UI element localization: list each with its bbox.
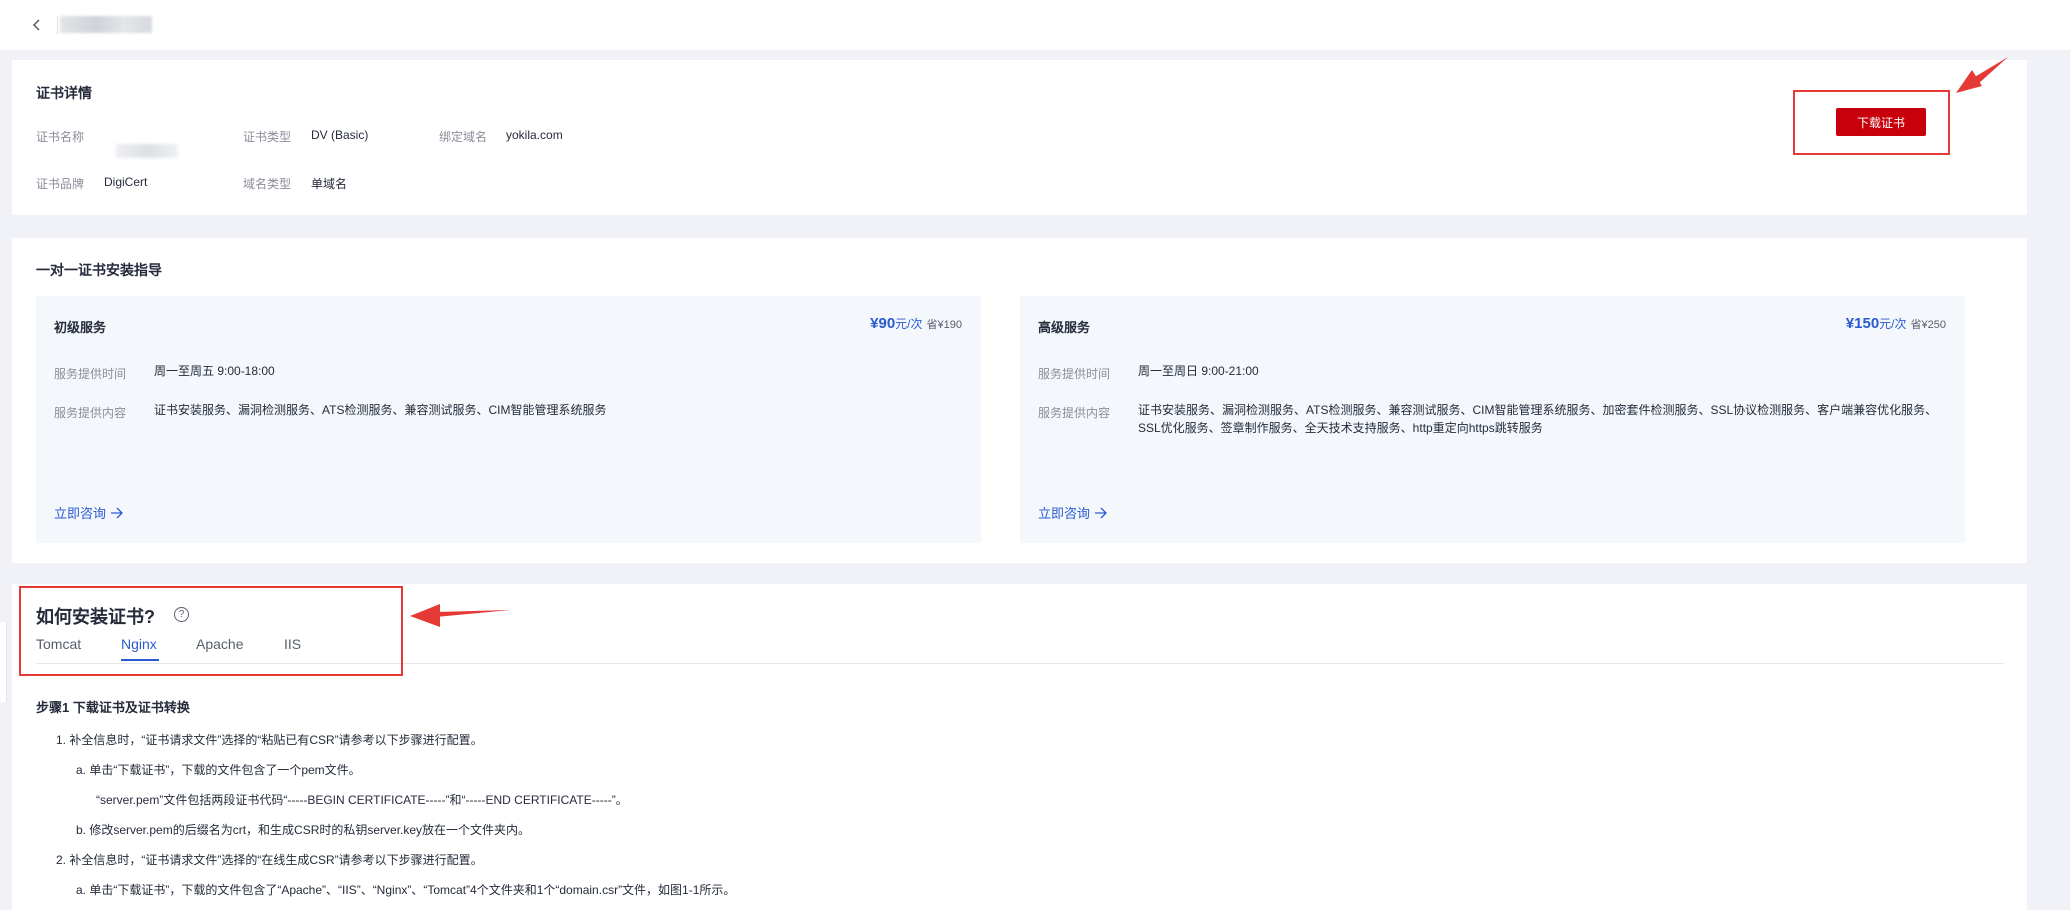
service-content-value: 证书安装服务、漏洞检测服务、ATS检测服务、兼容测试服务、CIM智能管理系统服务…: [1138, 403, 1938, 435]
service-price: ¥90 元/次 省 ¥190: [870, 315, 962, 332]
cert-brand-value: DigiCert: [104, 175, 148, 189]
bound-domain-value: yokila.com: [506, 128, 563, 142]
top-bar: [0, 0, 2070, 50]
certificate-detail-card: 证书详情 证书名称 证书类型 DV (Basic) 绑定域名 yokila.co…: [12, 60, 2027, 215]
original-price-label: 省: [926, 319, 938, 331]
service-content-value: 证书安装服务、漏洞检测服务、ATS检测服务、兼容测试服务、CIM智能管理系统服务: [154, 403, 607, 417]
service-name: 初级服务: [54, 320, 107, 335]
service-card-advanced: 高级服务 ¥150 元/次 省 ¥250 服务提供时间 周一至周日 9:00-2…: [1020, 296, 1965, 543]
original-price-label: 省: [1910, 319, 1922, 331]
bound-domain-label: 绑定域名: [439, 130, 488, 144]
instruction-line: b. 修改server.pem的后缀名为crt，和生成CSR时的私钥server…: [76, 823, 531, 837]
instruction-line: a. 单击“下载证书”，下载的文件包含了一个pem文件。: [76, 763, 361, 777]
instruction-line: “server.pem”文件包括两段证书代码“-----BEGIN CERTIF…: [96, 793, 628, 807]
arrow-right-icon: [111, 507, 123, 518]
consult-label: 立即咨询: [54, 506, 107, 521]
consult-link[interactable]: 立即咨询: [1038, 503, 1108, 522]
step-title: 步骤1 下载证书及证书转换: [36, 700, 190, 715]
original-price: ¥250: [1921, 319, 1946, 331]
price-value: ¥150: [1845, 315, 1880, 332]
annotation-box-download: [1793, 90, 1950, 155]
service-card-basic: 初级服务 ¥90 元/次 省 ¥190 服务提供时间 周一至周五 9:00-18…: [36, 296, 981, 543]
service-content-label: 服务提供内容: [54, 406, 127, 420]
back-button[interactable]: [27, 14, 47, 36]
consult-link[interactable]: 立即咨询: [54, 503, 124, 522]
domain-type-label: 域名类型: [243, 177, 292, 191]
service-time-label: 服务提供时间: [54, 367, 127, 381]
service-price: ¥150 元/次 省 ¥250: [1846, 315, 1946, 332]
original-price: ¥190: [937, 319, 962, 331]
arrow-right-icon: [1095, 507, 1107, 518]
annotation-box-tabs: [19, 586, 403, 676]
cert-type-value: DV (Basic): [311, 128, 369, 142]
consult-label: 立即咨询: [1038, 506, 1091, 521]
breadcrumb-divider: [57, 16, 58, 34]
instruction-line: 1. 补全信息时，“证书请求文件”选择的“粘贴已有CSR”请参考以下步骤进行配置…: [56, 733, 483, 747]
detail-title: 证书详情: [36, 85, 92, 101]
cert-type-label: 证书类型: [243, 130, 292, 144]
service-name: 高级服务: [1038, 320, 1091, 335]
price-unit: 元/次: [895, 317, 923, 331]
service-time-value: 周一至周五 9:00-18:00: [154, 364, 275, 378]
cert-name-label: 证书名称: [36, 130, 85, 144]
cert-name-value-redacted: [116, 144, 178, 158]
service-time-value: 周一至周日 9:00-21:00: [1138, 364, 1259, 378]
guidance-title: 一对一证书安装指导: [36, 262, 162, 278]
instruction-line: a. 单击“下载证书”，下载的文件包含了“Apache”、“IIS”、“Ngin…: [76, 883, 736, 897]
domain-type-value: 单域名: [311, 177, 348, 191]
side-collapse-handle[interactable]: [0, 622, 7, 702]
price-value: ¥90: [870, 315, 896, 332]
chevron-left-icon: [32, 19, 40, 31]
price-unit: 元/次: [1879, 317, 1907, 331]
breadcrumb-title-redacted: [60, 16, 152, 33]
service-time-label: 服务提供时间: [1038, 367, 1111, 381]
instruction-line: 2. 补全信息时，“证书请求文件”选择的“在线生成CSR”请参考以下步骤进行配置…: [56, 853, 483, 867]
cert-brand-label: 证书品牌: [36, 177, 85, 191]
service-content-label: 服务提供内容: [1038, 406, 1111, 420]
